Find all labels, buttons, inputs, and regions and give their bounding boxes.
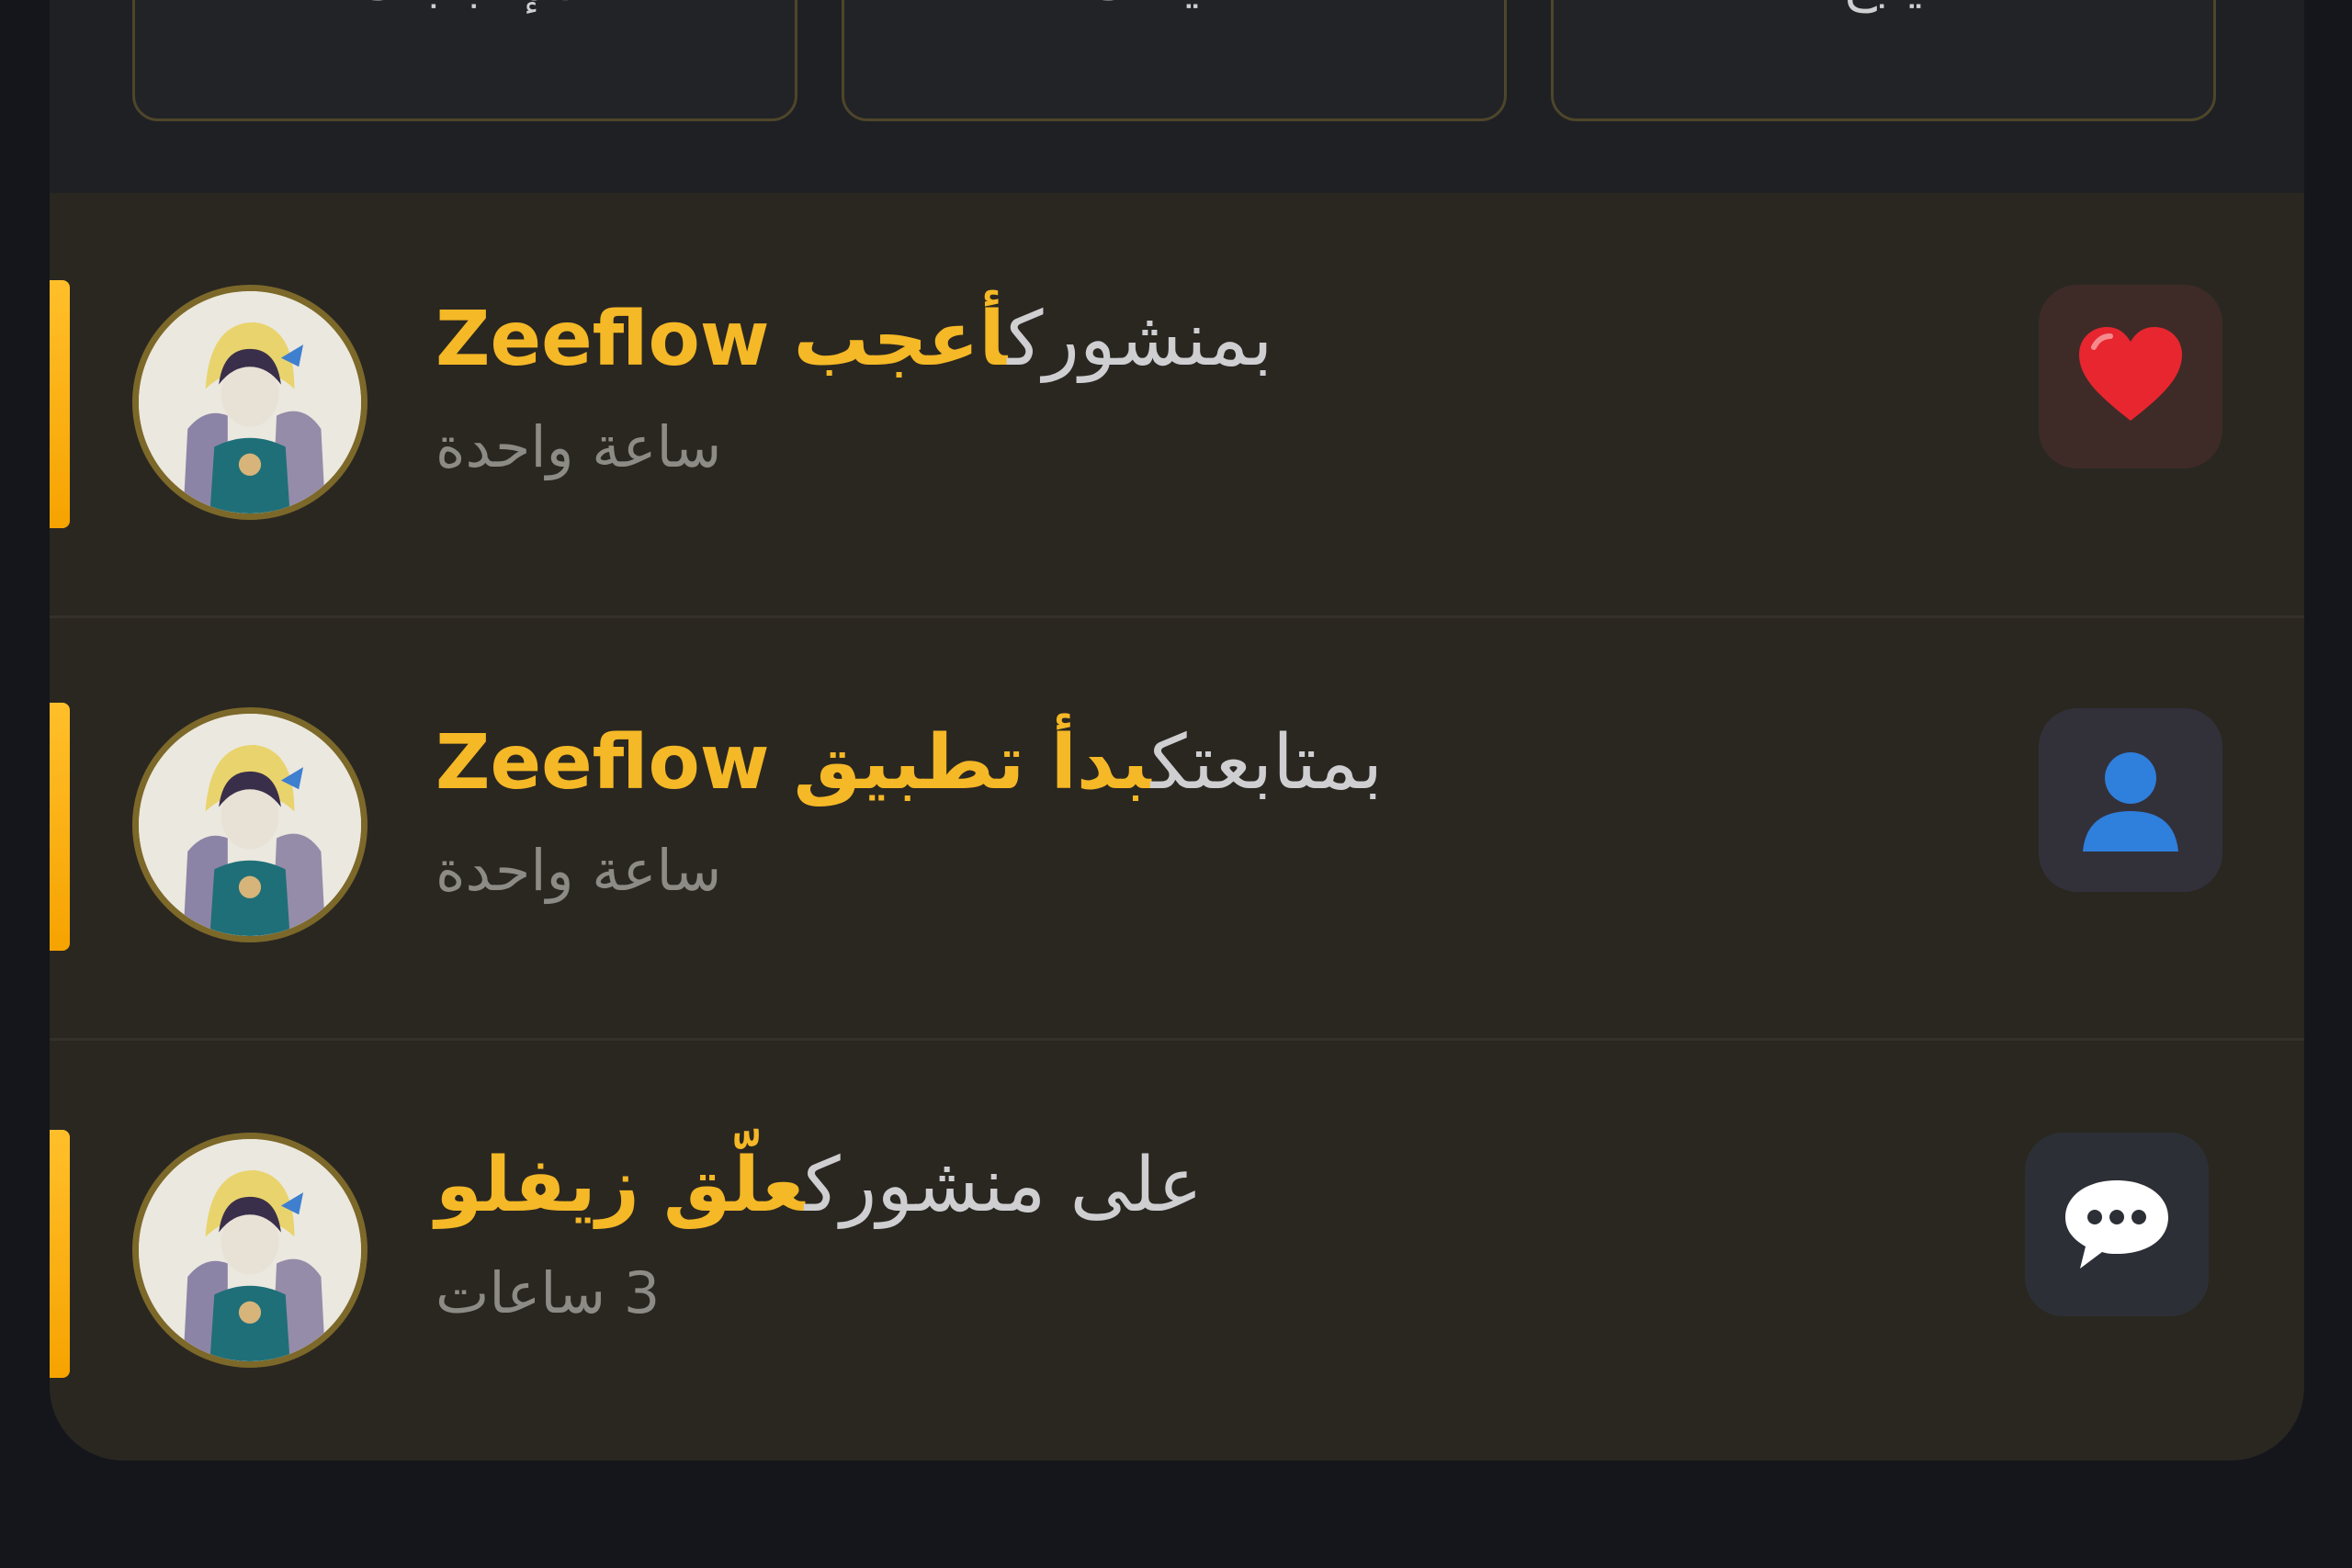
avatar-image xyxy=(139,291,361,513)
notification-item[interactable]: بمتابعتكبدأ تطبيق Zeeflow ساعة واحدة xyxy=(50,615,2304,1041)
tab-likes-label: الإعجابات xyxy=(135,0,795,14)
notification-item[interactable]: على منشوركعلّق زيفلو 3 ساعات xyxy=(50,1038,2304,1461)
notification-headline: بمتابعتكبدأ تطبيق Zeeflow xyxy=(435,717,1383,809)
headline-action: علّق xyxy=(662,1142,805,1229)
tab-likes[interactable]: الإعجابات xyxy=(132,0,797,121)
notification-list: بمنشوركأعجب Zeeflow ساعة واحدة بمتابعتكب… xyxy=(50,193,2304,1461)
avatar[interactable] xyxy=(132,285,368,520)
unread-indicator xyxy=(50,280,70,528)
follow-type-badge xyxy=(2039,708,2222,892)
headline-rest: بمنشورك xyxy=(1007,296,1273,383)
unread-indicator xyxy=(50,1130,70,1378)
notifications-screen: الإعجابات تعليقات يتبع xyxy=(0,0,2352,1568)
notification-headline: بمنشوركأعجب Zeeflow xyxy=(435,294,1272,386)
comment-type-badge xyxy=(2025,1133,2209,1316)
tab-comments-label: تعليقات xyxy=(844,0,1504,14)
notification-headline: على منشوركعلّق زيفلو xyxy=(435,1140,1203,1232)
tab-comments[interactable]: تعليقات xyxy=(842,0,1507,121)
avatar-image xyxy=(139,1139,361,1361)
notification-time: ساعة واحدة xyxy=(435,837,722,904)
like-type-badge xyxy=(2039,285,2222,468)
notification-item[interactable]: بمنشوركأعجب Zeeflow ساعة واحدة xyxy=(50,193,2304,615)
notification-time: 3 ساعات xyxy=(435,1259,661,1326)
unread-indicator xyxy=(50,703,70,951)
user-icon xyxy=(2083,752,2178,852)
headline-actor[interactable]: Zeeflow xyxy=(435,296,770,383)
headline-action: بدأ تطبيق xyxy=(793,719,1151,807)
notification-time: ساعة واحدة xyxy=(435,413,722,480)
tab-follows[interactable]: يتبع xyxy=(1551,0,2216,121)
filter-tabs: الإعجابات تعليقات يتبع xyxy=(50,0,2304,193)
avatar[interactable] xyxy=(132,1133,368,1368)
headline-rest: على منشورك xyxy=(804,1142,1203,1229)
headline-actor[interactable]: زيفلو xyxy=(435,1142,639,1229)
speech-bubble-icon xyxy=(2065,1180,2168,1269)
headline-rest: بمتابعتك xyxy=(1150,719,1384,807)
headline-actor[interactable]: Zeeflow xyxy=(435,719,770,807)
tab-follows-label: يتبع xyxy=(1554,0,2213,14)
avatar-image xyxy=(139,714,361,936)
heart-icon xyxy=(2079,327,2182,421)
headline-action: أعجب xyxy=(793,296,1008,383)
avatar[interactable] xyxy=(132,707,368,942)
